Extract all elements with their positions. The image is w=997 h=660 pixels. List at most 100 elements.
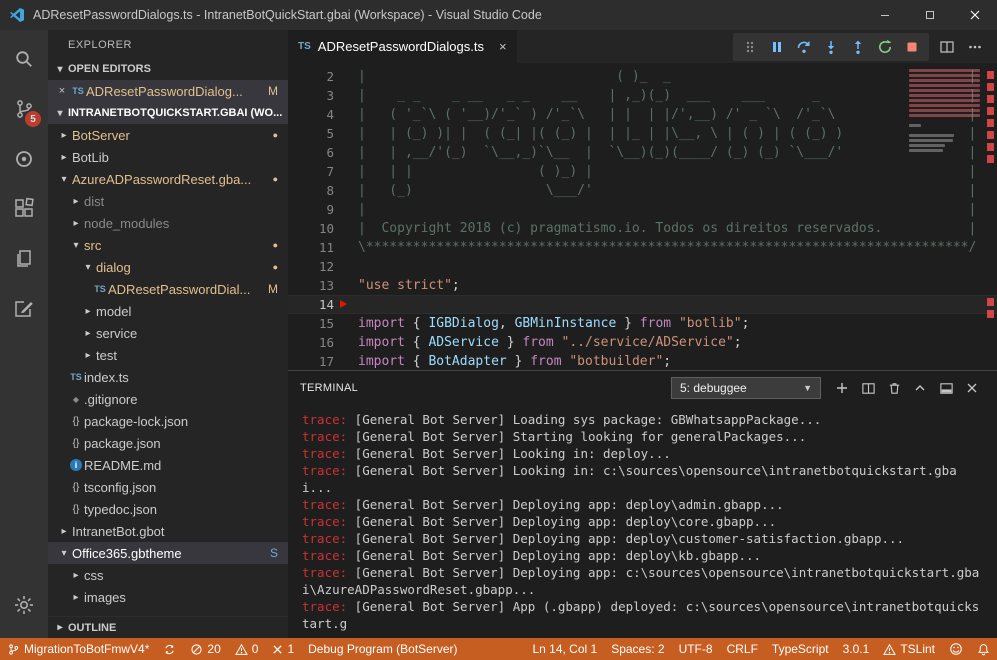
tree-item[interactable]: ▸BotLib	[48, 146, 288, 168]
pause-icon[interactable]	[765, 36, 789, 58]
stop-icon[interactable]	[900, 36, 924, 58]
search-icon[interactable]	[0, 34, 48, 84]
line-number[interactable]: 10	[288, 219, 334, 238]
step-out-icon[interactable]	[846, 36, 870, 58]
source-control-icon[interactable]: 5	[0, 84, 48, 134]
open-editor-item[interactable]: ×TSADResetPasswordDialog...M	[48, 80, 288, 102]
tree-item[interactable]: ▸service	[48, 322, 288, 344]
code-editor[interactable]: 2| ( )_ _ |3| _ _ _ __ _ _ __ | ,_)(_) _…	[288, 63, 997, 370]
code-line[interactable]: 9| |	[288, 200, 997, 219]
step-over-icon[interactable]	[792, 36, 816, 58]
code-line[interactable]: 14	[288, 295, 997, 314]
tree-item[interactable]: ▾dialog●	[48, 256, 288, 278]
status-encoding[interactable]: UTF-8	[672, 638, 720, 660]
code-line[interactable]: 7| | | ( )_) | |	[288, 162, 997, 181]
code-line[interactable]: 16import { ADService } from "../service/…	[288, 333, 997, 352]
tree-item[interactable]: ▾Office365.gbthemeS	[48, 542, 288, 564]
terminal-output[interactable]: trace: [General Bot Server] Loading sys …	[288, 405, 997, 638]
status-cursor-position[interactable]: Ln 14, Col 1	[525, 638, 604, 660]
status-sync[interactable]	[156, 638, 183, 660]
close-icon[interactable]: ×	[54, 85, 70, 97]
line-number[interactable]: 8	[288, 181, 334, 200]
code-line[interactable]: 10| Copyright 2018 (c) pragmatismo.io. T…	[288, 219, 997, 238]
status-notifications[interactable]	[970, 638, 997, 660]
status-indentation[interactable]: Spaces: 2	[604, 638, 671, 660]
debug-icon[interactable]	[0, 134, 48, 184]
code-line[interactable]: 17import { BotAdapter } from "botbuilder…	[288, 352, 997, 370]
minimap[interactable]	[909, 69, 983, 154]
tab-close-icon[interactable]: ×	[499, 39, 507, 54]
code-line[interactable]: 11\*************************************…	[288, 238, 997, 257]
status-language-mode[interactable]: TypeScript	[765, 638, 836, 660]
code-line[interactable]: 13"use strict";	[288, 276, 997, 295]
tree-item[interactable]: ▸test	[48, 344, 288, 366]
settings-gear-icon[interactable]	[0, 580, 48, 630]
tab-terminal[interactable]: TERMINAL	[300, 382, 366, 394]
maximize-panel-icon[interactable]	[907, 375, 933, 401]
status-extra-count[interactable]: 1	[265, 638, 301, 660]
line-number[interactable]: 7	[288, 162, 334, 181]
line-number[interactable]: 13	[288, 276, 334, 295]
close-button[interactable]	[952, 0, 997, 30]
status-eol[interactable]: CRLF	[720, 638, 765, 660]
line-number[interactable]: 12	[288, 257, 334, 276]
tree-item[interactable]: TSindex.ts	[48, 366, 288, 388]
line-number[interactable]: 15	[288, 314, 334, 333]
minimize-button[interactable]	[862, 0, 907, 30]
line-number[interactable]: 4	[288, 105, 334, 124]
line-number[interactable]: 17	[288, 352, 334, 370]
status-debug-program[interactable]: Debug Program (BotServer)	[301, 638, 464, 660]
status-errors[interactable]: 20	[183, 638, 227, 660]
more-icon[interactable]	[967, 39, 983, 55]
tree-item[interactable]: ▸dist	[48, 190, 288, 212]
toggle-panel-icon[interactable]	[933, 375, 959, 401]
tree-item[interactable]: {}package-lock.json	[48, 410, 288, 432]
line-number[interactable]: 16	[288, 333, 334, 352]
compose-icon[interactable]	[0, 284, 48, 334]
tree-item[interactable]: ▸images	[48, 586, 288, 608]
line-number[interactable]: 3	[288, 86, 334, 105]
code-line[interactable]: 6| | ,__/'(_) `\__,_)`\__ | `\__)(_)(___…	[288, 143, 997, 162]
code-line[interactable]: 3| _ _ _ __ _ _ __ | ,_)(_) ___ ___ _ |	[288, 86, 997, 105]
code-line[interactable]: 2| ( )_ _ |	[288, 67, 997, 86]
tree-item[interactable]: ▸BotServer●	[48, 124, 288, 146]
line-number[interactable]: 11	[288, 238, 334, 257]
outline-header[interactable]: ▸ OUTLINE	[48, 616, 288, 638]
workspace-header[interactable]: ▾ INTRANETBOTQUICKSTART.GBAI (WO...	[48, 102, 288, 124]
code-line[interactable]: 15import { IGBDialog, GBMinInstance } fr…	[288, 314, 997, 333]
tree-item[interactable]: iREADME.md	[48, 454, 288, 476]
tree-item[interactable]: ▸IntranetBot.gbot	[48, 520, 288, 542]
documents-icon[interactable]	[0, 234, 48, 284]
tree-item[interactable]: ▾src●	[48, 234, 288, 256]
status-warnings[interactable]: 0	[228, 638, 266, 660]
line-number[interactable]: 2	[288, 67, 334, 86]
tab-adresetpassworddialogs[interactable]: TS ADResetPasswordDialogs.ts ×	[288, 30, 517, 63]
tree-item[interactable]: ◆.gitignore	[48, 388, 288, 410]
terminal-picker-dropdown[interactable]: 5: debuggee ▼	[671, 377, 821, 399]
tree-item[interactable]: {}typedoc.json	[48, 498, 288, 520]
tree-item[interactable]: ▾AzureADPasswordReset.gba...●	[48, 168, 288, 190]
kill-terminal-icon[interactable]	[881, 375, 907, 401]
tree-item[interactable]: {}package.json	[48, 432, 288, 454]
tree-item[interactable]: TSADResetPasswordDial...M	[48, 278, 288, 300]
status-git-branch[interactable]: MigrationToBotFmwV4*	[0, 638, 156, 660]
new-terminal-icon[interactable]	[829, 375, 855, 401]
tree-item[interactable]: ▸model	[48, 300, 288, 322]
step-into-icon[interactable]	[819, 36, 843, 58]
maximize-button[interactable]	[907, 0, 952, 30]
close-panel-icon[interactable]	[959, 375, 985, 401]
line-number[interactable]: 5	[288, 124, 334, 143]
code-line[interactable]: 5| | (_) )| | ( (_| |( (_) | | |_ | |\__…	[288, 124, 997, 143]
status-version[interactable]: 3.0.1	[836, 638, 877, 660]
line-number[interactable]: 6	[288, 143, 334, 162]
split-terminal-icon[interactable]	[855, 375, 881, 401]
code-line[interactable]: 12	[288, 257, 997, 276]
line-number[interactable]: 14	[288, 295, 334, 314]
tree-item[interactable]: ▸node_modules	[48, 212, 288, 234]
restart-icon[interactable]	[873, 36, 897, 58]
tree-item[interactable]: ▸css	[48, 564, 288, 586]
code-line[interactable]: 4| ( '_`\ ( '__)/'_` ) /'_`\ | | | |/',_…	[288, 105, 997, 124]
split-editor-icon[interactable]	[939, 39, 955, 55]
status-feedback[interactable]	[942, 638, 970, 660]
tree-item[interactable]: {}tsconfig.json	[48, 476, 288, 498]
